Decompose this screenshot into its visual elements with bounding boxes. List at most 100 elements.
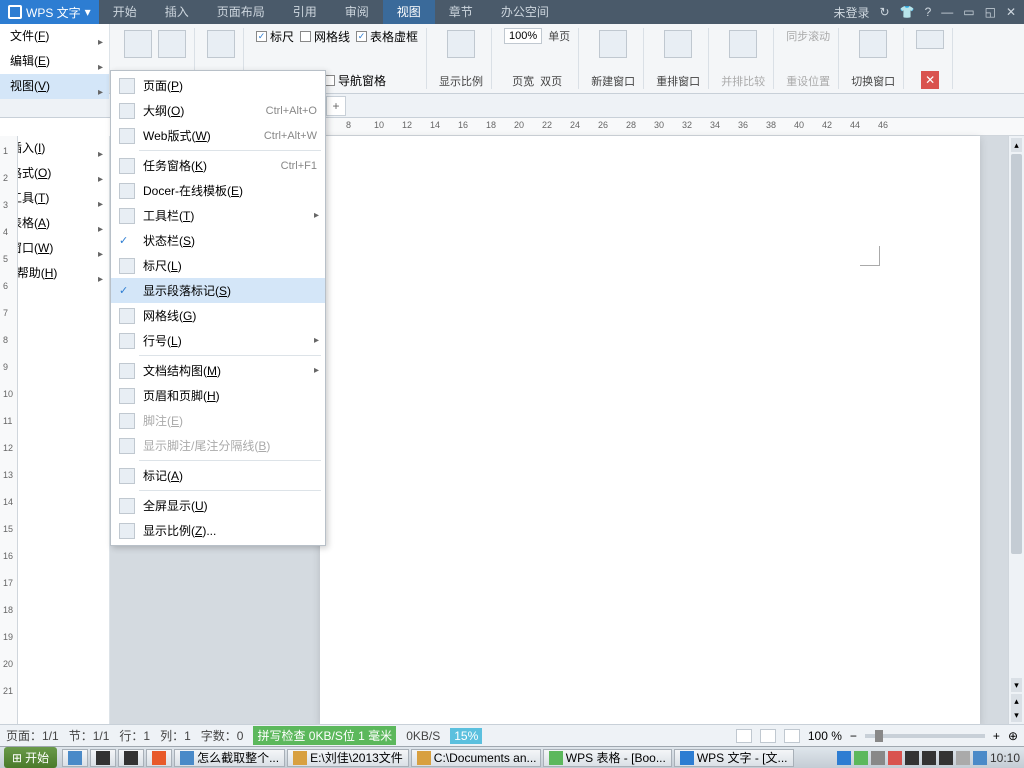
single-page[interactable]: 单页 bbox=[548, 28, 570, 44]
taskbar-item-0[interactable]: 怎么截取整个... bbox=[174, 749, 285, 767]
fit-button[interactable]: ⊕ bbox=[1008, 729, 1018, 743]
close-doc-button[interactable]: ✕ bbox=[921, 71, 939, 89]
quick-launch-360[interactable] bbox=[146, 749, 172, 767]
scroll-up-icon[interactable]: ▴ bbox=[1011, 138, 1022, 152]
tray-qq-icon[interactable] bbox=[939, 751, 953, 765]
rearrange-icon[interactable] bbox=[664, 30, 692, 58]
checkbox-网格线[interactable]: 网格线 bbox=[300, 28, 350, 45]
start-button[interactable]: ⊞开始 bbox=[4, 747, 57, 768]
tray-lang-icon[interactable] bbox=[973, 751, 987, 765]
submenu-item-13[interactable]: 文档结构图(M)▸ bbox=[111, 358, 325, 383]
app-badge[interactable]: WPS 文字 ▾ bbox=[0, 0, 99, 24]
status-percent[interactable]: 15% bbox=[450, 728, 482, 744]
file-menu-item-0[interactable]: 文件(F)▸ bbox=[0, 24, 109, 49]
tray-qq-icon[interactable] bbox=[922, 751, 936, 765]
zoom-percent[interactable]: 100 % bbox=[808, 729, 842, 743]
tray-icon[interactable] bbox=[837, 751, 851, 765]
tray-icon[interactable] bbox=[854, 751, 868, 765]
file-menu-item-1[interactable]: 编辑(E)▸ bbox=[0, 49, 109, 74]
next-page-icon[interactable]: ▾ bbox=[1011, 708, 1022, 722]
fullscreen-icon[interactable] bbox=[124, 30, 152, 58]
skin-icon[interactable]: 👕 bbox=[900, 5, 915, 19]
zoom-icon[interactable] bbox=[447, 30, 475, 58]
zoom-slider-knob[interactable] bbox=[875, 730, 883, 742]
taskbar-item-1[interactable]: E:\刘佳\2013文件 bbox=[287, 749, 409, 767]
submenu-item-8[interactable]: 标尺(L) bbox=[111, 253, 325, 278]
submenu-item-0[interactable]: 页面(P) bbox=[111, 73, 325, 98]
double-page[interactable]: 双页 bbox=[540, 73, 562, 89]
submenu-item-20[interactable]: 全屏显示(U) bbox=[111, 493, 325, 518]
submenu-label: 网格线(G) bbox=[143, 307, 196, 324]
main-tab-1[interactable]: 插入 bbox=[151, 0, 203, 24]
prev-page-icon[interactable]: ▴ bbox=[1011, 694, 1022, 708]
document-page[interactable] bbox=[320, 136, 980, 724]
scroll-thumb[interactable] bbox=[1011, 154, 1022, 554]
submenu-item-5[interactable]: Docer-在线模板(E) bbox=[111, 178, 325, 203]
login-status[interactable]: 未登录 bbox=[834, 4, 870, 21]
maximize-icon[interactable]: ◱ bbox=[985, 5, 996, 19]
status-page[interactable]: 页面：1/1 bbox=[6, 727, 59, 744]
sync-label: 同步滚动 bbox=[786, 28, 830, 44]
checkbox-表格虚框[interactable]: ✓表格虚框 bbox=[356, 28, 418, 45]
new-tab-button[interactable]: + bbox=[326, 96, 346, 116]
main-tab-0[interactable]: 开始 bbox=[99, 0, 151, 24]
outline-icon[interactable] bbox=[207, 30, 235, 58]
close-icon[interactable]: ✕ bbox=[1006, 5, 1016, 19]
submenu-item-18[interactable]: 标记(A) bbox=[111, 463, 325, 488]
main-tab-7[interactable]: 办公空间 bbox=[487, 0, 563, 24]
submenu-item-4[interactable]: 任务窗格(K)Ctrl+F1 bbox=[111, 153, 325, 178]
status-spellcheck[interactable]: 拼写检查 0KB/S位 1 毫米 bbox=[253, 726, 396, 745]
submenu-item-7[interactable]: ✓状态栏(S) bbox=[111, 228, 325, 253]
submenu-item-14[interactable]: 页眉和页脚(H) bbox=[111, 383, 325, 408]
quick-launch-qq1[interactable] bbox=[90, 749, 116, 767]
scroll-down-icon[interactable]: ▾ bbox=[1011, 678, 1022, 692]
chevron-right-icon: ▸ bbox=[314, 210, 319, 221]
status-chars[interactable]: 字数：0 bbox=[201, 727, 244, 744]
view-page-button[interactable] bbox=[736, 729, 752, 743]
zoom-slider[interactable] bbox=[865, 734, 985, 738]
refresh-icon[interactable]: ↻ bbox=[880, 5, 890, 19]
view-web-button[interactable] bbox=[784, 729, 800, 743]
checkbox-导航窗格[interactable]: 导航窗格 bbox=[324, 72, 386, 89]
page-width[interactable]: 页宽 bbox=[512, 73, 534, 89]
quick-launch-qq2[interactable] bbox=[118, 749, 144, 767]
taskbar-item-2[interactable]: C:\Documents an... bbox=[411, 749, 541, 767]
status-col[interactable]: 列：1 bbox=[160, 727, 191, 744]
restore-icon[interactable]: ▭ bbox=[963, 5, 974, 19]
zoom-in-button[interactable]: + bbox=[993, 729, 1000, 743]
main-tab-2[interactable]: 页面布局 bbox=[203, 0, 279, 24]
options-icon[interactable] bbox=[916, 30, 944, 49]
tray-qq-icon[interactable] bbox=[905, 751, 919, 765]
main-tab-4[interactable]: 审阅 bbox=[331, 0, 383, 24]
tray-icon[interactable] bbox=[888, 751, 902, 765]
minimize-icon[interactable]: — bbox=[941, 5, 953, 19]
quick-launch-ie[interactable] bbox=[62, 749, 88, 767]
status-section[interactable]: 节：1/1 bbox=[69, 727, 110, 744]
checkbox-标尺[interactable]: ✓标尺 bbox=[256, 28, 294, 45]
main-tab-3[interactable]: 引用 bbox=[279, 0, 331, 24]
main-tab-5[interactable]: 视图 bbox=[383, 0, 435, 24]
new-window-icon[interactable] bbox=[599, 30, 627, 58]
submenu-item-10[interactable]: 网格线(G) bbox=[111, 303, 325, 328]
switch-window-icon[interactable] bbox=[859, 30, 887, 58]
submenu-item-11[interactable]: 行号(L)▸ bbox=[111, 328, 325, 353]
help-icon[interactable]: ? bbox=[925, 5, 932, 19]
tray-icon[interactable] bbox=[871, 751, 885, 765]
taskbar-item-3[interactable]: WPS 表格 - [Boo... bbox=[543, 749, 672, 767]
tray-volume-icon[interactable] bbox=[956, 751, 970, 765]
main-tab-6[interactable]: 章节 bbox=[435, 0, 487, 24]
status-row[interactable]: 行：1 bbox=[119, 727, 150, 744]
taskbar-item-4[interactable]: WPS 文字 - [文... bbox=[674, 749, 794, 767]
zoom-value[interactable]: 100% bbox=[504, 28, 542, 44]
submenu-item-2[interactable]: Web版式(W)Ctrl+Alt+W bbox=[111, 123, 325, 148]
submenu-item-9[interactable]: ✓显示段落标记(S) bbox=[111, 278, 325, 303]
system-clock[interactable]: 10:10 bbox=[990, 751, 1020, 765]
submenu-item-6[interactable]: 工具栏(T)▸ bbox=[111, 203, 325, 228]
view-outline-button[interactable] bbox=[760, 729, 776, 743]
vertical-scrollbar[interactable]: ▴ ▾ ▴ ▾ bbox=[1008, 136, 1024, 724]
zoom-out-button[interactable]: − bbox=[850, 729, 857, 743]
submenu-item-1[interactable]: 大纲(O)Ctrl+Alt+O bbox=[111, 98, 325, 123]
submenu-item-21[interactable]: 显示比例(Z)... bbox=[111, 518, 325, 543]
page-layout-icon[interactable] bbox=[158, 30, 186, 58]
file-menu-item-2[interactable]: 视图(V)▸ bbox=[0, 74, 109, 99]
